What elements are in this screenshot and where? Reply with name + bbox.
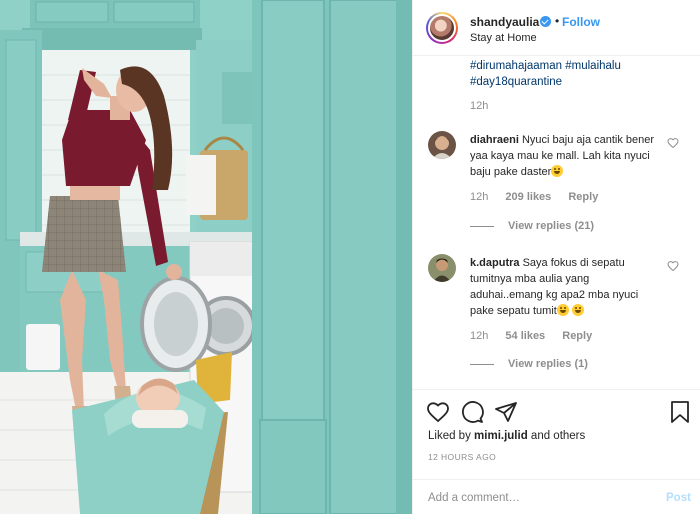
comment-input[interactable] <box>428 488 648 508</box>
view-replies-label: View replies (1) <box>508 358 588 370</box>
commenter-username[interactable]: diahraeni <box>470 134 519 146</box>
comment-likes-count[interactable]: 209 likes <box>505 191 551 203</box>
follow-button[interactable]: Follow <box>562 15 600 29</box>
comment-body: diahraeni Nyuci baju aja cantik bener ya… <box>470 132 660 180</box>
caption-time[interactable]: 12h <box>470 100 488 112</box>
header-separator: • <box>555 14 560 28</box>
author-avatar[interactable] <box>426 12 458 44</box>
verified-badge-icon <box>540 16 551 27</box>
reply-button[interactable]: Reply <box>562 330 592 342</box>
post-header: shandyaulia • Follow Stay at Home <box>413 0 700 56</box>
replies-divider-line <box>470 225 494 227</box>
comment-likes-count[interactable]: 54 likes <box>505 330 545 342</box>
comment-time[interactable]: 12h <box>470 330 488 342</box>
commenter-avatar[interactable] <box>428 131 456 159</box>
post-comment-button[interactable]: Post <box>666 492 691 504</box>
share-icon[interactable] <box>494 400 518 424</box>
grin-sweat-emoji-icon <box>571 304 584 316</box>
comment-icon[interactable] <box>460 400 484 424</box>
view-replies-label: View replies (21) <box>508 220 595 232</box>
commenter-avatar[interactable] <box>428 254 456 282</box>
caption-hashtags: #dirumahajaaman #mulaihalu #day18quarant… <box>470 58 690 90</box>
liked-by-text: Liked by mimi.julid and others <box>428 430 585 442</box>
laundry-room-photo <box>0 0 412 514</box>
post-location[interactable]: Stay at Home <box>470 32 537 44</box>
liked-by-user[interactable]: mimi.julid <box>474 430 528 442</box>
comment-time[interactable]: 12h <box>470 191 488 203</box>
comments-list[interactable]: #dirumahajaaman #mulaihalu #day18quarant… <box>413 57 700 389</box>
comment-like-heart-icon[interactable] <box>667 137 679 149</box>
liked-by-suffix[interactable]: and others <box>531 430 585 442</box>
comment-meta: 12h 209 likes Reply <box>470 191 612 203</box>
post-photo[interactable] <box>0 0 412 514</box>
heart-icon[interactable] <box>426 400 450 424</box>
bookmark-icon[interactable] <box>668 400 692 424</box>
comment-meta: 12h 54 likes Reply <box>470 330 606 342</box>
add-comment-bar: Post <box>413 479 700 514</box>
comment-like-heart-icon[interactable] <box>667 260 679 272</box>
post-actions: Liked by mimi.julid and others 12 HOURS … <box>413 389 700 514</box>
post-timestamp[interactable]: 12 HOURS AGO <box>428 452 496 462</box>
grin-sweat-emoji-icon <box>551 165 564 177</box>
commenter-username[interactable]: k.daputra <box>470 257 520 269</box>
liked-by-prefix: Liked by <box>428 430 471 442</box>
hashtag-line[interactable]: #day18quarantine <box>470 74 690 90</box>
hashtag-line[interactable]: #dirumahajaaman #mulaihalu <box>470 58 690 74</box>
view-replies-button[interactable]: View replies (21) <box>470 220 594 232</box>
view-replies-button[interactable]: View replies (1) <box>470 358 588 370</box>
replies-divider-line <box>470 363 494 365</box>
post-side-panel: shandyaulia • Follow Stay at Home #dirum… <box>412 0 700 514</box>
author-avatar-image <box>428 14 456 42</box>
reply-button[interactable]: Reply <box>568 191 598 203</box>
comment-body: k.daputra Saya fokus di sepatu tumitnya … <box>470 255 660 319</box>
author-username[interactable]: shandyaulia <box>470 15 539 29</box>
grin-sweat-emoji-icon <box>556 304 569 316</box>
